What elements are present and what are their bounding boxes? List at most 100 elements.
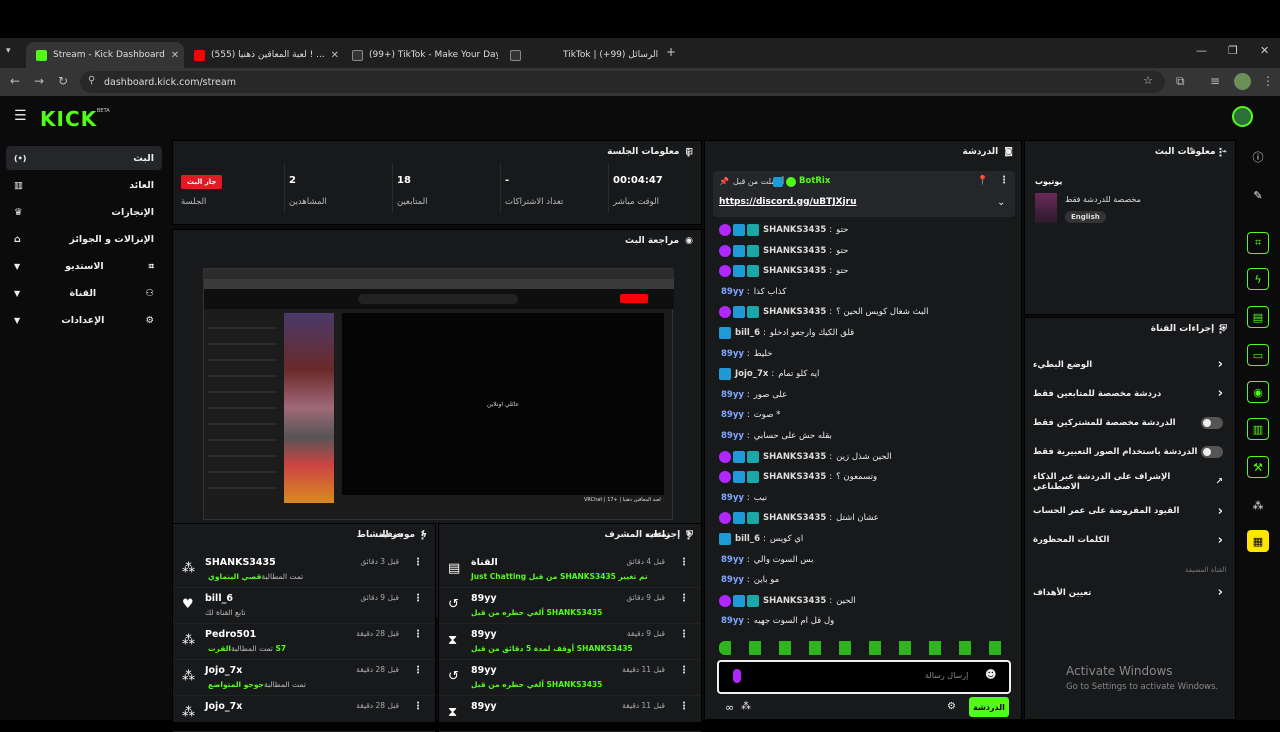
bookmark-star-icon[interactable]: ☆ xyxy=(1143,74,1153,87)
chat-username[interactable]: SHANKS3435 xyxy=(763,513,826,523)
chat-message[interactable]: SHANKS3435: حتو xyxy=(719,242,1001,260)
chat-message[interactable]: SHANKS3435: الحين شذل زين xyxy=(719,448,1001,466)
chat-username[interactable]: SHANKS3435 xyxy=(763,307,826,317)
more-options-icon[interactable]: ⋮ xyxy=(683,146,694,159)
set-goals-item[interactable]: تعيين الأهداف › xyxy=(1025,578,1235,607)
browser-menu-icon[interactable]: ⋮ xyxy=(1262,74,1274,88)
message-icon[interactable]: ▭ xyxy=(1247,344,1269,366)
document-icon[interactable]: ▤ xyxy=(1247,306,1269,328)
media-control-icon[interactable]: ≡ xyxy=(1210,74,1220,88)
pinned-link[interactable]: https://discord.gg/uBTJXjru xyxy=(719,197,856,207)
chat-username[interactable]: SHANKS3435 xyxy=(763,452,826,462)
sidebar-item-settings[interactable]: ▼ الإعدادات ⚙ xyxy=(6,308,162,332)
more-options-icon[interactable]: ⋮ xyxy=(679,701,689,712)
channel-action-item[interactable]: الدردشة مخصصة للمشتركين فقط xyxy=(1025,409,1235,438)
mod-action-target[interactable]: 89yy xyxy=(471,629,497,640)
profile-avatar[interactable] xyxy=(1234,73,1251,90)
more-options-icon[interactable]: ⋮ xyxy=(999,175,1009,186)
chat-username[interactable]: 89yy xyxy=(721,555,744,565)
activity-user[interactable]: bill_6 xyxy=(205,593,233,604)
clip-icon[interactable]: ⌗ xyxy=(1247,232,1269,254)
chat-username[interactable]: 89yy xyxy=(721,493,744,503)
url-field[interactable]: ⚲ dashboard.kick.com/stream ☆ xyxy=(80,71,1165,93)
chat-message[interactable]: 89yy: صوت * xyxy=(719,406,1001,424)
more-options-icon[interactable]: ⋮ xyxy=(417,529,428,542)
info-icon[interactable]: ⓘ xyxy=(1247,146,1269,168)
mod-action-row[interactable]: ▤ القناة Just Chatting من قبل SHANKS3435 ت… xyxy=(439,552,701,588)
more-options-icon[interactable]: ⋮ xyxy=(679,557,689,568)
activity-user[interactable]: Jojo_7x xyxy=(205,701,242,712)
mod-action-row[interactable]: ↺ 89yy ألغي حظره من قبل SHANKS3435 قبل 9 دق… xyxy=(439,588,701,624)
chat-username[interactable]: 89yy xyxy=(721,575,744,585)
chat-username[interactable]: SHANKS3435 xyxy=(763,472,826,482)
reload-icon[interactable]: ↻ xyxy=(58,74,68,88)
tab-kick-dashboard[interactable]: Stream - Kick Dashboard ✕ xyxy=(26,42,184,68)
chat-message[interactable]: 89yy: مو باين xyxy=(719,571,1001,589)
lightning-icon[interactable]: ϟ xyxy=(1247,268,1269,290)
mod-action-row[interactable]: ⧗ 89yy قبل 11 دقيقة ⋮ xyxy=(439,696,701,732)
external-link-icon[interactable]: ↗ xyxy=(1215,477,1223,487)
clapper-icon[interactable]: ▦ xyxy=(1247,530,1269,552)
chat-username[interactable]: bill_6 xyxy=(735,534,760,544)
more-options-icon[interactable]: ⋮ xyxy=(413,701,423,712)
edit-pencil-icon[interactable]: ✎ xyxy=(1247,184,1269,206)
hamburger-menu-icon[interactable]: ☰ xyxy=(14,108,27,124)
chat-username[interactable]: 89yy xyxy=(721,349,744,359)
chat-message[interactable]: 89yy: نيب xyxy=(719,489,1001,507)
chat-username[interactable]: 89yy xyxy=(721,410,744,420)
points-icon[interactable]: ⁂ xyxy=(1247,494,1269,516)
sidebar-item-channel[interactable]: ▼ القناة ⚇ xyxy=(6,281,162,305)
more-options-icon[interactable]: ⋮ xyxy=(413,665,423,676)
channel-action-item[interactable]: الإشراف على الدردشة عبر الذكاء الاصطناعي… xyxy=(1025,467,1235,496)
filter-button[interactable]: تصفية xyxy=(379,530,404,539)
activity-user[interactable]: Jojo_7x xyxy=(205,665,242,676)
channel-action-item[interactable]: الدردشة باستخدام الصور التعبيرية فقط xyxy=(1025,438,1235,467)
channel-action-item[interactable]: الكلمات المحظورة › xyxy=(1025,526,1235,555)
chat-username[interactable]: Jojo_7x xyxy=(735,369,768,379)
tab-tiktok[interactable]: (99+) TikTok - Make Your Day ✕ xyxy=(342,42,498,68)
minimize-icon[interactable]: — xyxy=(1196,44,1207,57)
more-options-icon[interactable]: ⋮ xyxy=(1215,146,1226,159)
channel-action-item[interactable]: الوضع البطيء › xyxy=(1025,350,1235,379)
mod-action-target[interactable]: 89yy xyxy=(471,593,497,604)
mod-action-target[interactable]: القناة xyxy=(471,557,498,568)
activity-row[interactable]: ♥ bill_6 تابع القناة لك قبل 9 دقائق ⋮ xyxy=(173,588,435,624)
activity-row[interactable]: ⁂ Pedro501 تمت المطالبةالقرت S7 قبل 28 دقيق… xyxy=(173,624,435,660)
new-tab-icon[interactable]: + xyxy=(666,45,676,59)
chat-username[interactable]: bill_6 xyxy=(735,328,760,338)
chat-message[interactable]: SHANKS3435: حتو xyxy=(719,221,1001,239)
kick-logo[interactable]: KICK xyxy=(40,107,97,131)
more-options-icon[interactable]: ⋮ xyxy=(1215,323,1226,336)
chat-message[interactable]: 89yy: كذاب كذا xyxy=(719,283,1001,301)
mod-action-target[interactable]: 89yy xyxy=(471,701,497,712)
panel-icon[interactable]: ▥ xyxy=(1247,418,1269,440)
tab-search-icon[interactable]: ▾ xyxy=(6,46,11,56)
toggle-switch[interactable] xyxy=(1201,417,1223,430)
tab-youtube[interactable]: (555) لعبة المعاقين ذهنيا ! ... ✕ xyxy=(184,42,340,68)
emote-icons[interactable] xyxy=(719,641,1009,655)
close-tab-icon[interactable]: ✕ xyxy=(331,50,339,61)
chat-message[interactable]: 89yy: خليط xyxy=(719,345,1001,363)
broadcast-icon[interactable]: ◉ xyxy=(1247,381,1269,403)
chat-username[interactable]: SHANKS3435 xyxy=(763,246,826,256)
pinned-user[interactable]: BotRix xyxy=(799,176,830,186)
extensions-icon[interactable]: ⧉ xyxy=(1176,74,1185,89)
mod-action-target[interactable]: 89yy xyxy=(471,665,497,676)
activity-row[interactable]: ⁂ Jojo_7x تمت المطالبةجوجو المتواضع قبل 28 … xyxy=(173,660,435,696)
chat-message[interactable]: 89yy: بقله حش على حسابي xyxy=(719,427,1001,445)
sidebar-item-stream[interactable]: (•) البث xyxy=(6,146,162,170)
more-options-icon[interactable]: ⋮ xyxy=(413,629,423,640)
chat-username[interactable]: 89yy xyxy=(721,431,744,441)
toggle-switch[interactable] xyxy=(1201,446,1223,459)
sidebar-item-drops[interactable]: ⌂ الإنزالات و الجوائز xyxy=(6,227,162,251)
more-options-icon[interactable]: ⋮ xyxy=(413,557,423,568)
site-info-icon[interactable]: ⚲ xyxy=(88,75,95,86)
chat-username[interactable]: 89yy xyxy=(721,287,744,297)
back-icon[interactable]: ← xyxy=(10,74,20,88)
chat-username[interactable]: SHANKS3435 xyxy=(763,596,826,606)
activity-row[interactable]: ⁂ SHANKS3435 تمت المطالبةقصي الينماوي قبل 3… xyxy=(173,552,435,588)
restore-icon[interactable]: ❐ xyxy=(1228,44,1238,57)
filter-button[interactable]: تصفية xyxy=(645,530,670,539)
mod-action-row[interactable]: ⧗ 89yy أوقف لمدة 5 دقائق من قبل SHANKS3435… xyxy=(439,624,701,660)
pinned-message[interactable]: 📌 أرسلت من قبل BotRix 📍 ⋮ https://discor… xyxy=(713,171,1015,217)
